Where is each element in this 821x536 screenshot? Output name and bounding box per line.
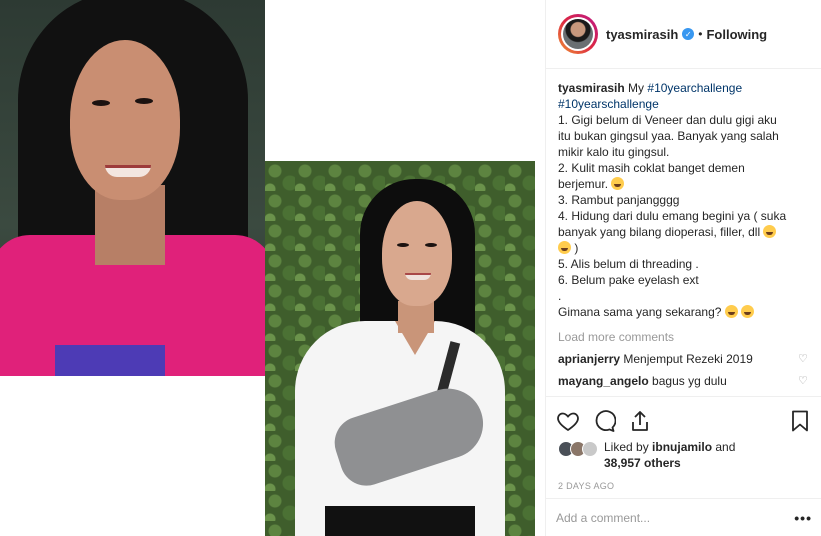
caption-line: 6. Belum pake eyelash ext: [558, 273, 699, 287]
post-panel: tyasmirasih ✓ • Following tyasmirasih My…: [545, 0, 821, 536]
caption-intro: My: [628, 81, 648, 95]
likes-summary: Liked by ibnujamilo and 38,957 others: [556, 439, 812, 471]
comment-text: Menjemput Rezeki 2019: [623, 352, 753, 366]
photo-now: [265, 161, 535, 536]
add-comment-input[interactable]: [556, 510, 795, 525]
liker-username[interactable]: ibnujamilo: [652, 440, 712, 454]
caption-username[interactable]: tyasmirasih: [558, 81, 625, 95]
photo-then: [0, 0, 265, 376]
post-timestamp[interactable]: 2 DAYS AGO: [556, 481, 812, 491]
caption-line: 5. Alis belum di threading .: [558, 257, 699, 271]
liker-avatars[interactable]: [558, 441, 598, 457]
caption-line-with-emoji: ): [558, 240, 810, 256]
caption-line: mikir kalo itu gingsul.: [558, 145, 670, 159]
caption-line-with-emoji: 4. Hidung dari dulu emang begini ya ( su…: [558, 209, 787, 223]
post-media[interactable]: [0, 0, 545, 536]
heart-icon[interactable]: [556, 409, 580, 433]
caption-line-with-emoji: berjemur.: [558, 176, 810, 192]
tongue-emoji-icon: [741, 305, 755, 318]
more-options-button[interactable]: •••: [794, 510, 812, 526]
post-header: tyasmirasih ✓ • Following: [546, 0, 821, 69]
caption-line: 3. Rambut panjangggg: [558, 193, 680, 207]
grinning-emoji-icon: [611, 177, 625, 190]
hashtag-link[interactable]: #10yearschallenge: [558, 96, 810, 112]
add-comment-bar: •••: [546, 498, 821, 536]
laughing-emoji-icon: [724, 305, 738, 318]
following-button[interactable]: Following: [706, 27, 767, 42]
neutral-emoji-icon: [558, 241, 571, 254]
profile-avatar[interactable]: [558, 14, 598, 54]
comment-item: mayang_angelo bagus yg dulu ♡: [558, 374, 810, 388]
comments-section: tyasmirasih My #10yearchallenge #10years…: [546, 70, 821, 396]
comment-username[interactable]: aprianjerry: [558, 352, 620, 366]
hashtag-link[interactable]: #10yearchallenge: [647, 81, 742, 95]
caption-line: 2. Kulit masih coklat banget demen: [558, 161, 745, 175]
caption-line: 1. Gigi belum di Veneer dan dulu gigi ak…: [558, 113, 777, 127]
comment-icon[interactable]: [592, 409, 616, 433]
caption-line: itu bukan gingsul yaa. Banyak yang salah: [558, 129, 779, 143]
separator-dot: •: [698, 27, 703, 41]
caption-line-with-emoji: Gimana sama yang sekarang?: [558, 304, 810, 320]
verified-badge-icon: ✓: [682, 28, 695, 40]
bookmark-icon[interactable]: [788, 409, 812, 433]
load-more-comments-button[interactable]: Load more comments: [558, 330, 810, 344]
sad-emoji-icon: [763, 225, 777, 238]
likes-text[interactable]: Liked by ibnujamilo and 38,957 others: [604, 439, 735, 471]
comment-like-icon[interactable]: ♡: [798, 375, 810, 387]
comment-username[interactable]: mayang_angelo: [558, 374, 649, 388]
post-caption: tyasmirasih My #10yearchallenge #10years…: [558, 80, 810, 320]
comment-item: aprianjerry Menjemput Rezeki 2019 ♡: [558, 352, 810, 366]
caption-line: .: [558, 289, 562, 303]
caption-line-with-emoji: banyak yang bilang dioperasi, filler, dl…: [558, 224, 810, 240]
comment-text: bagus yg dulu: [652, 374, 727, 388]
comment-like-icon[interactable]: ♡: [798, 353, 810, 365]
post-actions: Liked by ibnujamilo and 38,957 others 2 …: [546, 396, 821, 491]
share-icon[interactable]: [628, 409, 652, 433]
header-username[interactable]: tyasmirasih: [606, 27, 678, 42]
likes-count[interactable]: 38,957 others: [604, 456, 681, 470]
